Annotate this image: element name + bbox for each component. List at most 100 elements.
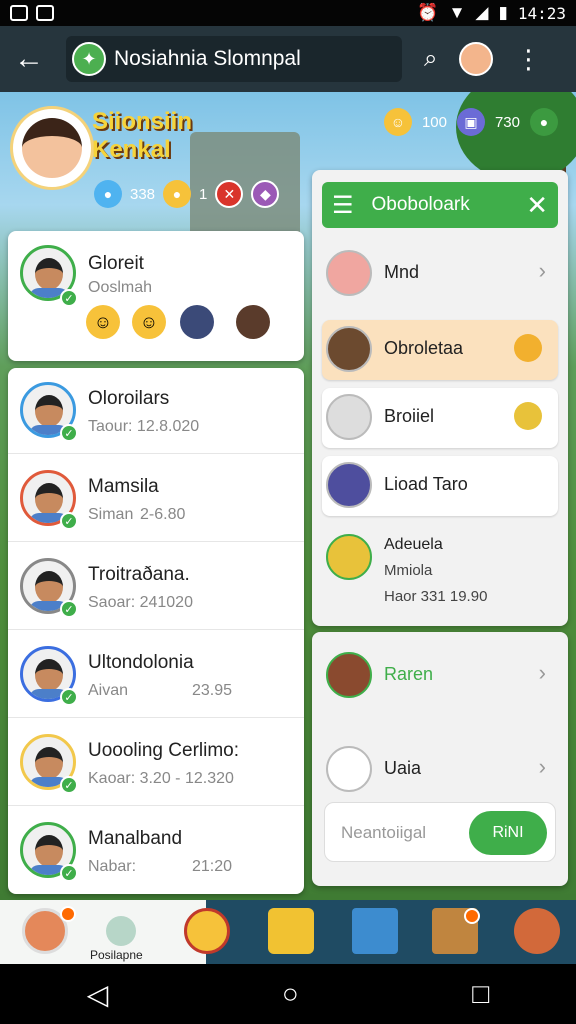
side-menu-panel: ☰ Oboboloark ✕ Mnd › Obroletaa Broiiel L… (312, 170, 568, 626)
robot-icon: ▣ (456, 108, 485, 136)
player-avatar[interactable] (10, 106, 94, 190)
contact-status: Nabar: (88, 858, 137, 875)
list-item[interactable]: ✓ Oloroilars Taour: 12.8.020 (8, 368, 304, 454)
menu-item-label: Uaia (384, 758, 422, 778)
item-avatar (326, 746, 372, 792)
group-item[interactable]: Adeuela Mmiola Haor 331 19.90 (322, 524, 558, 616)
emoji-smile-icon[interactable]: ☺ (132, 305, 166, 339)
home-tab-label: Posilapne (90, 948, 143, 962)
menu-item[interactable]: Lioad Taro (322, 456, 558, 516)
battery-icon: ▮ (498, 3, 508, 22)
system-nav-bar: ◁ ○ □ (0, 964, 576, 1024)
contact-name: Mamsila (88, 476, 159, 497)
menu-item[interactable]: Broiiel (322, 388, 558, 448)
notification-badge (60, 906, 76, 922)
contact-status: Kaoar: 3.20 - 12.320 (88, 770, 234, 787)
player-name-line2: Kenkal (92, 136, 171, 163)
stat-value-1: 338 (130, 185, 156, 203)
home-tab-icon[interactable] (106, 916, 136, 946)
star-tab-icon[interactable] (268, 908, 314, 954)
contact-status-time: 2-6.80 (140, 506, 186, 523)
item-avatar (326, 534, 372, 580)
avatar-head (35, 395, 63, 427)
menu-item-label: Lioad Taro (384, 474, 468, 494)
menu-item[interactable]: Uaia › (322, 740, 558, 800)
signal-icon: ◢ (475, 3, 489, 22)
avatar-head (35, 747, 63, 779)
group-line-3: Haor 331 19.90 (384, 588, 488, 605)
featured-sub: Ooslmah (88, 279, 153, 296)
menu-item-label: Broiiel (384, 406, 435, 426)
chevron-right-icon: › (538, 660, 546, 685)
list-item[interactable]: ✓ Ultondolonia Aivan 23.95 (8, 632, 304, 718)
contact-name: Uoooling Cerlimo: (88, 740, 240, 761)
app-title-box[interactable]: ✦ Nosiahnia Slomnpal (66, 36, 402, 82)
featured-contact-card[interactable]: ✓ Gloreit Ooslmah ☺ ☺ (8, 231, 304, 361)
menu-item-label: Mnd (384, 262, 420, 282)
pig-icon[interactable]: ● (530, 108, 558, 136)
list-item[interactable]: ✓ Uoooling Cerlimo: Kaoar: 3.20 - 12.320 (8, 720, 304, 806)
top-resources: ☺ 100 ▣ 730 ● (383, 108, 558, 136)
search-icon[interactable]: ⌕ (424, 45, 437, 73)
menu-item[interactable]: Raren › (322, 646, 558, 706)
contact-status: Siman (88, 506, 134, 523)
list-item[interactable]: ✓ Mamsila Siman 2-6.80 (8, 456, 304, 542)
send-button[interactable]: RiNI (469, 811, 547, 855)
back-arrow-icon[interactable]: ← (14, 42, 50, 76)
potion-icon[interactable]: ◆ (251, 180, 280, 208)
close-icon[interactable]: ✕ (526, 190, 548, 221)
hamburger-menu-icon[interactable]: ☰ (332, 191, 354, 220)
clock: 14:23 (517, 3, 566, 23)
avatar-head (35, 659, 63, 691)
contact-status-time: 21:20 (192, 858, 233, 875)
contact-list: ✓ Oloroilars Taour: 12.8.020 ✓ Mamsila S… (8, 368, 304, 894)
message-input-row: Neantoiigal RiNI (324, 802, 556, 862)
character-tab-icon[interactable] (514, 908, 560, 954)
avatar-head (35, 258, 63, 290)
message-input[interactable]: Neantoiigal (341, 823, 426, 843)
nav-recents-icon[interactable]: □ (472, 978, 489, 1010)
contact-status-time: 23.95 (192, 682, 233, 699)
contact-name: Ultondolonia (88, 652, 194, 673)
gem-icon: ● (94, 180, 122, 208)
board-tab-icon[interactable] (352, 908, 398, 954)
item-avatar (326, 326, 372, 372)
more-options-icon[interactable]: ⋮ (515, 46, 541, 72)
item-avatar (326, 250, 372, 296)
profile-avatar[interactable] (459, 42, 494, 76)
contact-name: Troitraðana. (88, 564, 190, 585)
menu-item-label: Raren (384, 664, 434, 684)
coin-icon: ● (163, 180, 192, 208)
top-stat-1: 100 (421, 113, 447, 131)
online-check-icon: ✓ (60, 600, 78, 618)
status-bar: ⏰ ▼ ◢ ▮ 14:23 (0, 0, 576, 26)
nav-home-icon[interactable]: ○ (282, 978, 299, 1010)
menu-item[interactable]: Mnd › (322, 244, 558, 304)
online-check-icon: ✓ (60, 688, 78, 706)
avatar-head (35, 483, 63, 515)
nav-back-icon[interactable]: ◁ (87, 978, 109, 1011)
smiley-icon: ☺ (383, 108, 412, 136)
secondary-panel: Raren › Uaia › Neantoiigal RiNI (312, 632, 568, 886)
contact-name: Manalband (88, 828, 183, 849)
emoji-tab[interactable] (184, 908, 230, 954)
panel-title: Oboboloark (371, 194, 470, 215)
friend-avatar-1[interactable] (180, 305, 214, 339)
list-item[interactable]: ✓ Troitraðana. Saoar: 241020 (8, 544, 304, 630)
menu-item-selected[interactable]: Obroletaa (322, 320, 558, 380)
notification-badge (464, 908, 480, 924)
list-item[interactable]: ✓ Manalband Nabar: 21:20 (8, 808, 304, 894)
panel-header: ☰ Oboboloark ✕ (322, 182, 558, 228)
emoji-grin-icon[interactable]: ☺ (86, 305, 120, 339)
top-stat-2: 730 (494, 113, 520, 131)
group-line-1: Adeuela (384, 536, 443, 553)
item-avatar (326, 462, 372, 508)
online-check-icon: ✓ (60, 289, 78, 307)
contact-status: Aivan (88, 682, 129, 699)
emoji-icon (514, 334, 542, 362)
friend-avatar-2[interactable] (236, 305, 270, 339)
featured-name: Gloreit (88, 253, 144, 274)
online-check-icon: ✓ (60, 776, 78, 794)
item-avatar (326, 652, 372, 698)
attack-icon[interactable]: ✕ (215, 180, 244, 208)
